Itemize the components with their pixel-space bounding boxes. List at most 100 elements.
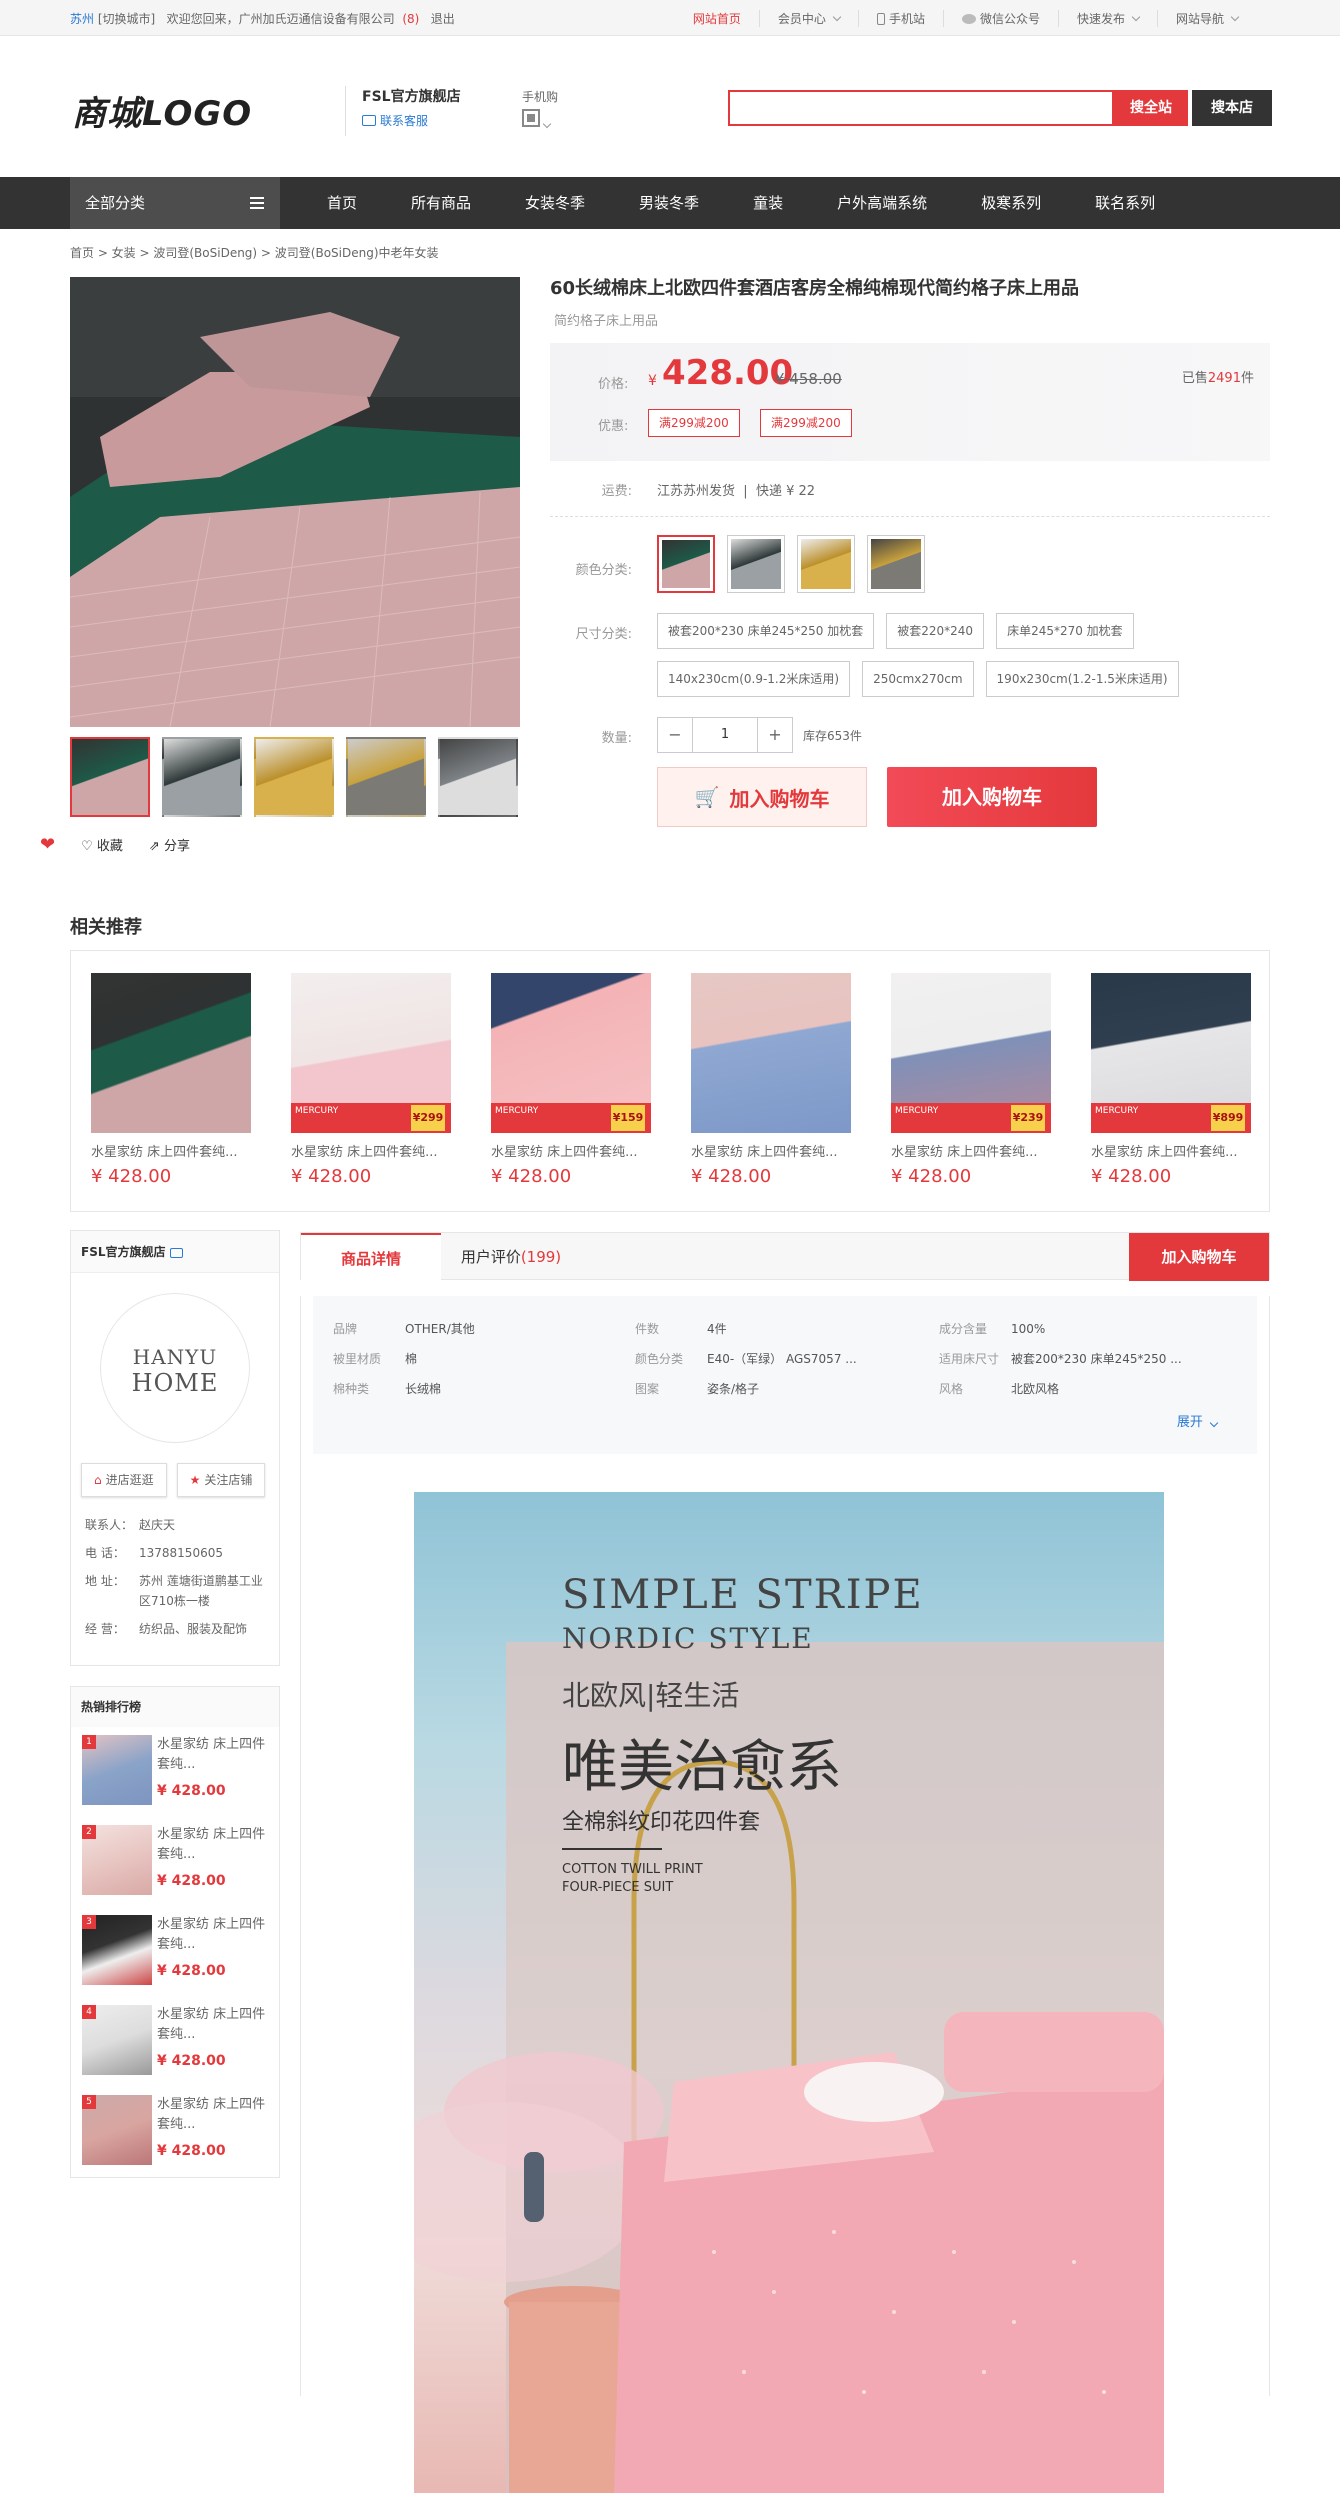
nav-item-all-products[interactable]: 所有商品	[384, 177, 498, 229]
site-logo[interactable]: 商城LOGO	[72, 86, 252, 135]
related-item-image[interactable]: MERCURY ¥159	[491, 973, 651, 1133]
main-product-image[interactable]	[70, 277, 520, 727]
coupon-tag[interactable]: 满299减200	[760, 409, 852, 437]
hot-item[interactable]: 3 水星家纺 床上四件套纯... ¥ 428.00	[71, 1907, 279, 1997]
nav-item-outdoor[interactable]: 户外高端系统	[810, 177, 954, 229]
nav-item-home[interactable]: 首页	[300, 177, 384, 229]
hot-item-price: ¥ 428.00	[157, 2053, 226, 2069]
hot-item-title[interactable]: 水星家纺 床上四件套纯...	[157, 1915, 273, 1955]
hot-item[interactable]: 4 水星家纺 床上四件套纯... ¥ 428.00	[71, 1997, 279, 2087]
nav-item-women-winter[interactable]: 女装冬季	[498, 177, 612, 229]
search-all-button[interactable]: 搜全站	[1114, 90, 1188, 126]
related-item[interactable]: MERCURY ¥239 水星家纺 床上四件套纯... ¥ 428.00	[891, 973, 1051, 1211]
nav-item-extreme-cold[interactable]: 极寒系列	[954, 177, 1068, 229]
related-item[interactable]: MERCURY ¥899 水星家纺 床上四件套纯... ¥ 428.00	[1091, 973, 1251, 1211]
mobile-site-link[interactable]: 手机站	[857, 10, 943, 27]
banner-divider	[562, 1848, 662, 1850]
size-option[interactable]: 190x230cm(1.2-1.5米床适用)	[985, 661, 1179, 697]
current-city: 苏州	[70, 12, 95, 26]
nav-item-kids[interactable]: 童装	[726, 177, 810, 229]
plus-button[interactable]: +	[757, 717, 793, 753]
switch-city-link[interactable]: [切换城市]	[98, 12, 155, 26]
site-home-link[interactable]: 网站首页	[675, 10, 759, 27]
related-item-image[interactable]: MERCURY ¥899	[1091, 973, 1251, 1133]
hot-item-title[interactable]: 水星家纺 床上四件套纯...	[157, 2005, 273, 2045]
shop-name[interactable]: FSL官方旗舰店	[362, 86, 461, 106]
related-item-title[interactable]: 水星家纺 床上四件套纯...	[491, 1141, 651, 1160]
add-to-cart-primary-button[interactable]: 加入购物车	[887, 767, 1097, 827]
related-item[interactable]: 水星家纺 床上四件套纯... ¥ 428.00	[91, 973, 251, 1211]
color-swatch[interactable]	[657, 535, 715, 593]
related-item-title[interactable]: 水星家纺 床上四件套纯...	[291, 1141, 451, 1160]
expand-params-button[interactable]: 展开	[1177, 1411, 1219, 1430]
welcome-area: 苏州 [切换城市] 欢迎您回来，广州加氏迈通信设备有限公司 (8) 退出	[70, 10, 455, 27]
banner-tagline: 北欧风|轻生活	[562, 1679, 740, 1712]
all-categories-menu[interactable]: 全部分类	[70, 177, 280, 229]
size-option[interactable]: 床单245*270 加枕套	[996, 613, 1134, 649]
quick-publish-link[interactable]: 快速发布	[1057, 10, 1157, 27]
logout-link[interactable]: 退出	[431, 12, 455, 26]
related-item-image[interactable]: MERCURY ¥239	[891, 973, 1051, 1133]
minus-button[interactable]: −	[657, 717, 693, 753]
message-count[interactable]: (8)	[402, 12, 419, 26]
nav-item-men-winter[interactable]: 男装冬季	[612, 177, 726, 229]
related-item-title[interactable]: 水星家纺 床上四件套纯...	[691, 1141, 851, 1160]
tab-add-to-cart-button[interactable]: 加入购物车	[1129, 1233, 1269, 1281]
related-item[interactable]: MERCURY ¥299 水星家纺 床上四件套纯... ¥ 428.00	[291, 973, 451, 1211]
enter-shop-button[interactable]: ⌂ 进店逛逛	[81, 1463, 167, 1497]
heart-icon[interactable]: ❤	[40, 834, 55, 855]
size-option[interactable]: 被套220*240	[886, 613, 985, 649]
wechat-icon	[961, 13, 976, 24]
nav-item-collab[interactable]: 联名系列	[1068, 177, 1182, 229]
related-item-title[interactable]: 水星家纺 床上四件套纯...	[891, 1141, 1051, 1160]
thumbnail[interactable]	[162, 737, 242, 817]
favorite-button[interactable]: ♡ 收藏	[81, 835, 123, 854]
hot-item-title[interactable]: 水星家纺 床上四件套纯...	[157, 2095, 273, 2135]
hot-item[interactable]: 1 水星家纺 床上四件套纯... ¥ 428.00	[71, 1727, 279, 1817]
search-input[interactable]	[728, 90, 1114, 126]
hot-item[interactable]: 5 水星家纺 床上四件套纯... ¥ 428.00	[71, 2087, 279, 2177]
shop-card-name[interactable]: FSL官方旗舰店	[81, 1245, 166, 1259]
related-item[interactable]: 水星家纺 床上四件套纯... ¥ 428.00	[691, 973, 851, 1211]
contact-service-link[interactable]: 联系客服	[362, 112, 461, 129]
follow-shop-button[interactable]: ★ 关注店铺	[176, 1463, 266, 1497]
related-item-image[interactable]	[691, 973, 851, 1133]
related-item[interactable]: MERCURY ¥159 水星家纺 床上四件套纯... ¥ 428.00	[491, 973, 651, 1211]
shipping-label: 运费:	[601, 484, 632, 499]
related-item-image[interactable]: MERCURY ¥299	[291, 973, 451, 1133]
color-swatch[interactable]	[727, 535, 785, 593]
thumbnail[interactable]	[438, 737, 518, 817]
hot-item-title[interactable]: 水星家纺 床上四件套纯...	[157, 1735, 273, 1775]
hot-item-title[interactable]: 水星家纺 床上四件套纯...	[157, 1825, 273, 1865]
mobile-buy[interactable]: 手机购	[522, 88, 558, 130]
search-shop-button[interactable]: 搜本店	[1192, 90, 1272, 126]
shop-logo[interactable]: HANYU HOME	[100, 1293, 250, 1443]
share-button[interactable]: ⇗ 分享	[149, 835, 190, 854]
size-option[interactable]: 250cmx270cm	[862, 661, 974, 697]
thumbnail[interactable]	[254, 737, 334, 817]
size-option[interactable]: 被套200*230 床单245*250 加枕套	[657, 613, 875, 649]
hot-ranking: 热销排行榜 1 水星家纺 床上四件套纯... ¥ 428.00 2 水星家纺 床…	[70, 1686, 280, 2178]
chat-icon[interactable]	[169, 1247, 183, 1258]
chevron-down-icon	[542, 119, 552, 129]
related-item-title[interactable]: 水星家纺 床上四件套纯...	[91, 1141, 251, 1160]
thumbnail[interactable]	[70, 737, 150, 817]
coupon-tag[interactable]: 满299减200	[648, 409, 740, 437]
related-item-image[interactable]	[91, 973, 251, 1133]
tab-product-detail[interactable]: 商品详情	[301, 1233, 441, 1282]
member-center-link[interactable]: 会员中心	[758, 10, 858, 27]
tab-reviews[interactable]: 用户评价(199)	[441, 1233, 581, 1281]
add-to-cart-button[interactable]: 🛒 加入购物车	[657, 767, 867, 827]
color-swatch[interactable]	[797, 535, 855, 593]
thumbnail[interactable]	[346, 737, 426, 817]
banner-product-line: 全棉斜纹印花四件套	[562, 1810, 761, 1835]
wechat-link[interactable]: 微信公众号	[942, 10, 1058, 27]
hot-item[interactable]: 2 水星家纺 床上四件套纯... ¥ 428.00	[71, 1817, 279, 1907]
quantity-input[interactable]: 1	[693, 717, 757, 753]
size-option[interactable]: 140x230cm(0.9-1.2米床适用)	[657, 661, 851, 697]
related-item-price: ¥ 428.00	[491, 1166, 572, 1187]
breadcrumb[interactable]: 首页 > 女装 > 波司登(BoSiDeng) > 波司登(BoSiDeng)中…	[70, 244, 439, 261]
related-item-title[interactable]: 水星家纺 床上四件套纯...	[1091, 1141, 1251, 1160]
color-swatch[interactable]	[867, 535, 925, 593]
site-nav-link[interactable]: 网站导航	[1156, 10, 1256, 27]
